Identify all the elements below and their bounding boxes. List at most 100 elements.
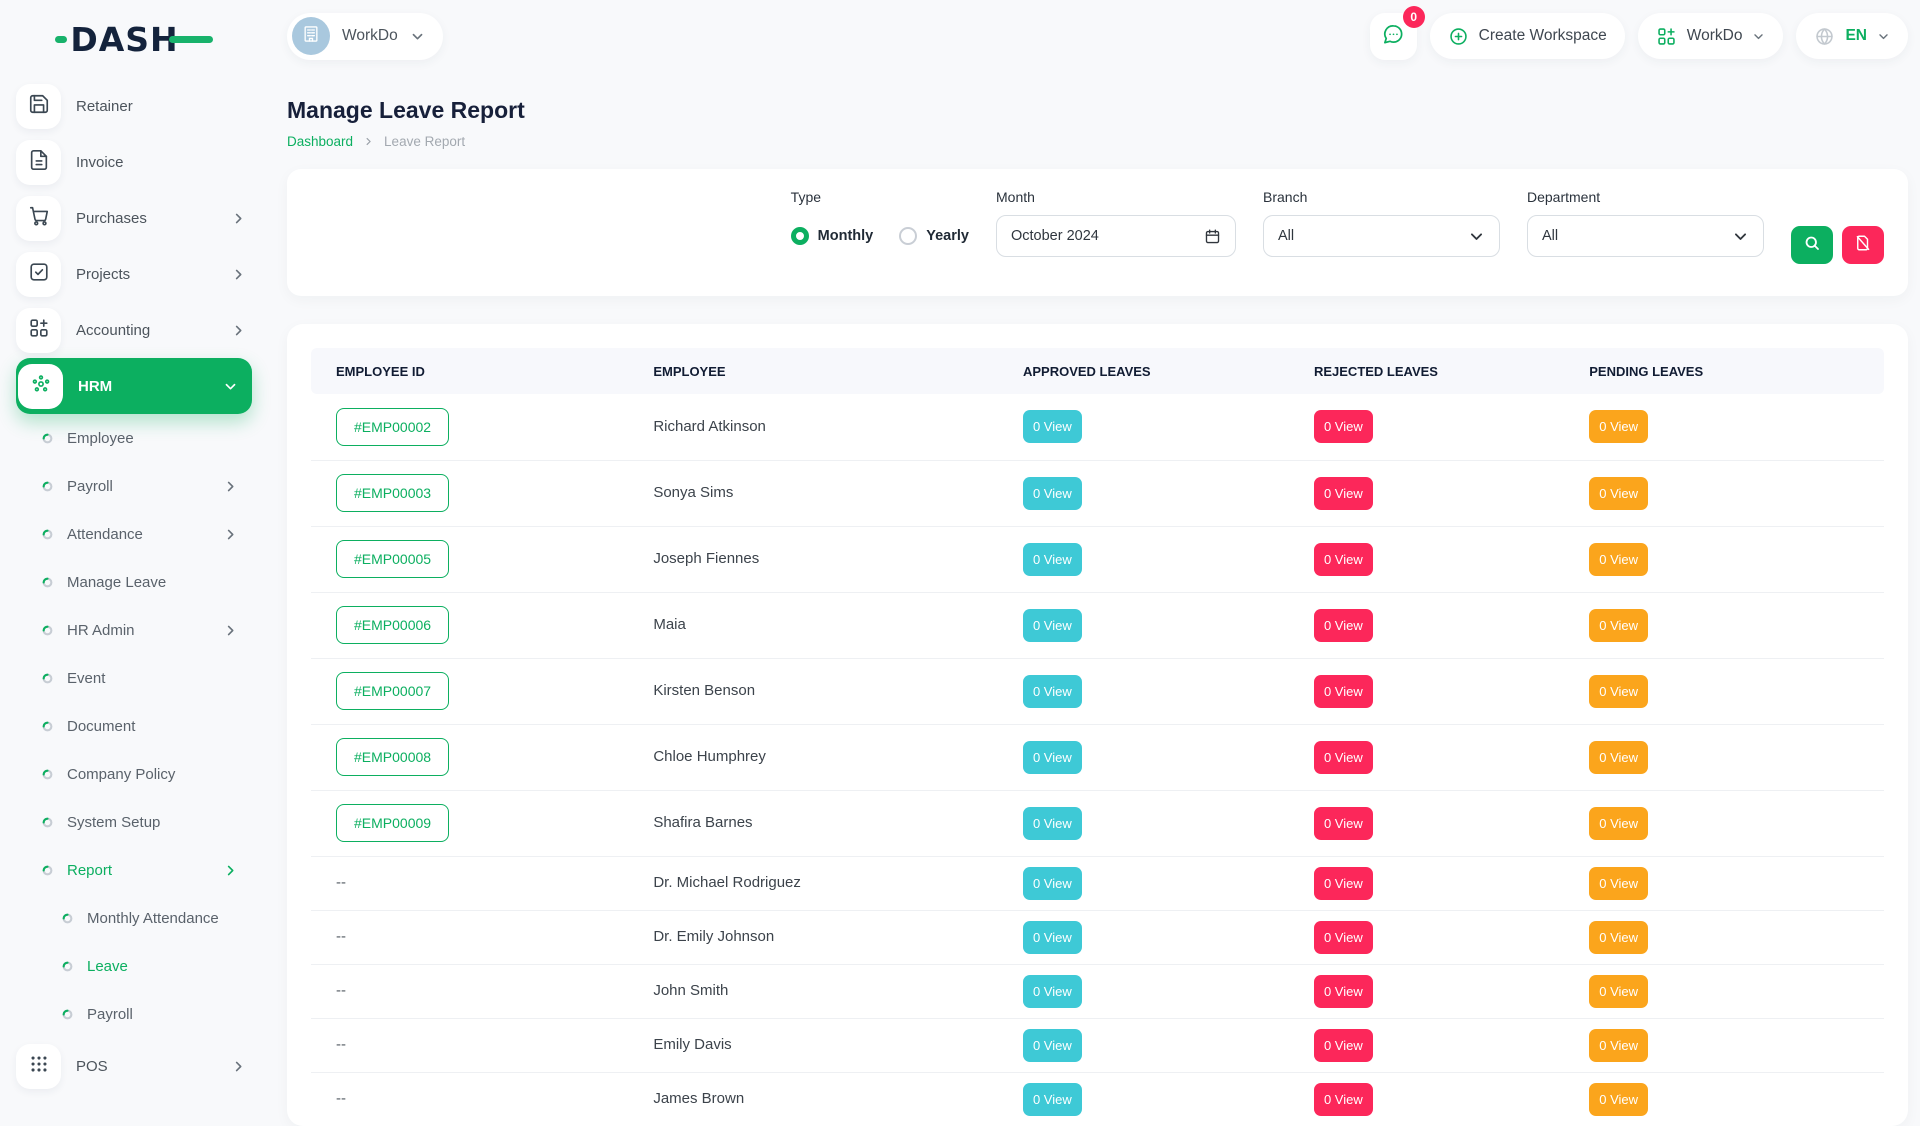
save-icon bbox=[28, 93, 50, 120]
sidebar-subitem-label: Attendance bbox=[67, 526, 143, 543]
approved-leaves-badge[interactable]: 0 View bbox=[1023, 975, 1082, 1008]
department-select[interactable]: All bbox=[1527, 215, 1764, 257]
month-value: October 2024 bbox=[1011, 228, 1099, 244]
rejected-leaves-badge[interactable]: 0 View bbox=[1314, 807, 1373, 840]
rejected-leaves-badge[interactable]: 0 View bbox=[1314, 921, 1373, 954]
app-logo[interactable]: DASH bbox=[55, 20, 212, 59]
sidebar-item-purchases[interactable]: Purchases bbox=[16, 190, 252, 246]
month-input[interactable]: October 2024 bbox=[996, 215, 1236, 257]
rejected-leaves-badge[interactable]: 0 View bbox=[1314, 741, 1373, 774]
sidebar-subitem-company-policy[interactable]: Company Policy bbox=[16, 750, 252, 798]
file-slash-icon bbox=[1854, 234, 1872, 255]
department-value: All bbox=[1542, 228, 1558, 244]
create-workspace-button[interactable]: Create Workspace bbox=[1430, 13, 1625, 59]
sidebar-subitem-system-setup[interactable]: System Setup bbox=[16, 798, 252, 846]
employee-id-badge[interactable]: #EMP00002 bbox=[336, 408, 449, 446]
cart-icon bbox=[28, 205, 50, 232]
sidebar-subitem-employee[interactable]: Employee bbox=[16, 414, 252, 462]
employee-id-badge[interactable]: #EMP00005 bbox=[336, 540, 449, 578]
pending-leaves-badge[interactable]: 0 View bbox=[1589, 477, 1648, 510]
sidebar-item-label: Retainer bbox=[76, 98, 133, 115]
employee-id-empty: -- bbox=[336, 1036, 346, 1053]
sidebar-subitem-hr-admin[interactable]: HR Admin bbox=[16, 606, 252, 654]
sidebar-subitem-manage-leave[interactable]: Manage Leave bbox=[16, 558, 252, 606]
employee-id-badge[interactable]: #EMP00006 bbox=[336, 606, 449, 644]
sidebar-item-invoice[interactable]: Invoice bbox=[16, 134, 252, 190]
pending-leaves-badge[interactable]: 0 View bbox=[1589, 410, 1648, 443]
messages-button[interactable]: 0 bbox=[1370, 13, 1417, 60]
approved-leaves-badge[interactable]: 0 View bbox=[1023, 477, 1082, 510]
app-switcher-button[interactable]: WorkDo bbox=[1638, 13, 1784, 59]
sidebar-main-items: Retainer Invoice Purchases Projects Acco… bbox=[16, 78, 252, 358]
approved-leaves-badge[interactable]: 0 View bbox=[1023, 410, 1082, 443]
sidebar-item-pos[interactable]: POS bbox=[16, 1038, 252, 1094]
radio-monthly[interactable]: Monthly bbox=[791, 227, 874, 245]
reset-button[interactable] bbox=[1842, 226, 1884, 264]
grid-plus-icon bbox=[1656, 26, 1677, 47]
approved-leaves-badge[interactable]: 0 View bbox=[1023, 1029, 1082, 1062]
sidebar-subitem-leave[interactable]: Leave bbox=[16, 942, 252, 990]
pending-leaves-badge[interactable]: 0 View bbox=[1589, 543, 1648, 576]
approved-leaves-badge[interactable]: 0 View bbox=[1023, 543, 1082, 576]
rejected-leaves-badge[interactable]: 0 View bbox=[1314, 675, 1373, 708]
language-selector[interactable]: EN bbox=[1796, 13, 1908, 59]
plus-circle-icon bbox=[1448, 26, 1469, 47]
rejected-leaves-badge[interactable]: 0 View bbox=[1314, 1029, 1373, 1062]
rejected-leaves-badge[interactable]: 0 View bbox=[1314, 543, 1373, 576]
sidebar-subitem-monthly-attendance[interactable]: Monthly Attendance bbox=[16, 894, 252, 942]
pending-leaves-badge[interactable]: 0 View bbox=[1589, 921, 1648, 954]
workspace-selector[interactable]: WorkDo bbox=[287, 13, 443, 60]
globe-icon bbox=[1814, 26, 1835, 47]
chevron-right-icon bbox=[223, 863, 238, 878]
pending-leaves-badge[interactable]: 0 View bbox=[1589, 867, 1648, 900]
approved-leaves-badge[interactable]: 0 View bbox=[1023, 675, 1082, 708]
approved-leaves-badge[interactable]: 0 View bbox=[1023, 609, 1082, 642]
pending-leaves-badge[interactable]: 0 View bbox=[1589, 975, 1648, 1008]
sidebar-item-label: POS bbox=[76, 1058, 108, 1075]
pending-leaves-badge[interactable]: 0 View bbox=[1589, 675, 1648, 708]
rejected-leaves-badge[interactable]: 0 View bbox=[1314, 410, 1373, 443]
pending-leaves-badge[interactable]: 0 View bbox=[1589, 1083, 1648, 1116]
branch-select[interactable]: All bbox=[1263, 215, 1500, 257]
pending-leaves-badge[interactable]: 0 View bbox=[1589, 1029, 1648, 1062]
employee-id-badge[interactable]: #EMP00007 bbox=[336, 672, 449, 710]
breadcrumb-dashboard-link[interactable]: Dashboard bbox=[287, 134, 353, 149]
pending-leaves-badge[interactable]: 0 View bbox=[1589, 807, 1648, 840]
branch-label: Branch bbox=[1263, 189, 1500, 205]
bullet-icon bbox=[42, 673, 53, 684]
approved-leaves-badge[interactable]: 0 View bbox=[1023, 921, 1082, 954]
pending-leaves-badge[interactable]: 0 View bbox=[1589, 609, 1648, 642]
sidebar-subitem-payroll[interactable]: Payroll bbox=[16, 462, 252, 510]
breadcrumb-separator-icon bbox=[363, 136, 374, 147]
rejected-leaves-badge[interactable]: 0 View bbox=[1314, 477, 1373, 510]
sidebar-item-accounting[interactable]: Accounting bbox=[16, 302, 252, 358]
employee-id-badge[interactable]: #EMP00008 bbox=[336, 738, 449, 776]
sidebar-subitem-label: Leave bbox=[87, 958, 128, 975]
radio-yearly[interactable]: Yearly bbox=[899, 227, 969, 245]
bullet-icon bbox=[42, 865, 53, 876]
rejected-leaves-badge[interactable]: 0 View bbox=[1314, 1083, 1373, 1116]
sidebar-subitem-payroll[interactable]: Payroll bbox=[16, 990, 252, 1038]
rejected-leaves-badge[interactable]: 0 View bbox=[1314, 867, 1373, 900]
employee-id-badge[interactable]: #EMP00003 bbox=[336, 474, 449, 512]
month-filter: Month October 2024 bbox=[996, 189, 1236, 276]
approved-leaves-badge[interactable]: 0 View bbox=[1023, 741, 1082, 774]
search-button[interactable] bbox=[1791, 226, 1833, 264]
sidebar-item-retainer[interactable]: Retainer bbox=[16, 78, 252, 134]
approved-leaves-badge[interactable]: 0 View bbox=[1023, 1083, 1082, 1116]
leave-report-table: EMPLOYEE IDEMPLOYEEAPPROVED LEAVESREJECT… bbox=[311, 348, 1884, 1126]
sidebar-subitem-attendance[interactable]: Attendance bbox=[16, 510, 252, 558]
employee-name: Joseph Fiennes bbox=[653, 550, 759, 567]
sidebar-item-projects[interactable]: Projects bbox=[16, 246, 252, 302]
rejected-leaves-badge[interactable]: 0 View bbox=[1314, 609, 1373, 642]
sidebar-item-hrm[interactable]: HRM bbox=[16, 358, 252, 414]
employee-id-badge[interactable]: #EMP00009 bbox=[336, 804, 449, 842]
approved-leaves-badge[interactable]: 0 View bbox=[1023, 807, 1082, 840]
sidebar-subitem-document[interactable]: Document bbox=[16, 702, 252, 750]
sidebar-subitem-event[interactable]: Event bbox=[16, 654, 252, 702]
sidebar-subitem-report[interactable]: Report bbox=[16, 846, 252, 894]
app-root: DASH Retainer Invoice Purchases Projects bbox=[0, 0, 1920, 1080]
pending-leaves-badge[interactable]: 0 View bbox=[1589, 741, 1648, 774]
approved-leaves-badge[interactable]: 0 View bbox=[1023, 867, 1082, 900]
rejected-leaves-badge[interactable]: 0 View bbox=[1314, 975, 1373, 1008]
